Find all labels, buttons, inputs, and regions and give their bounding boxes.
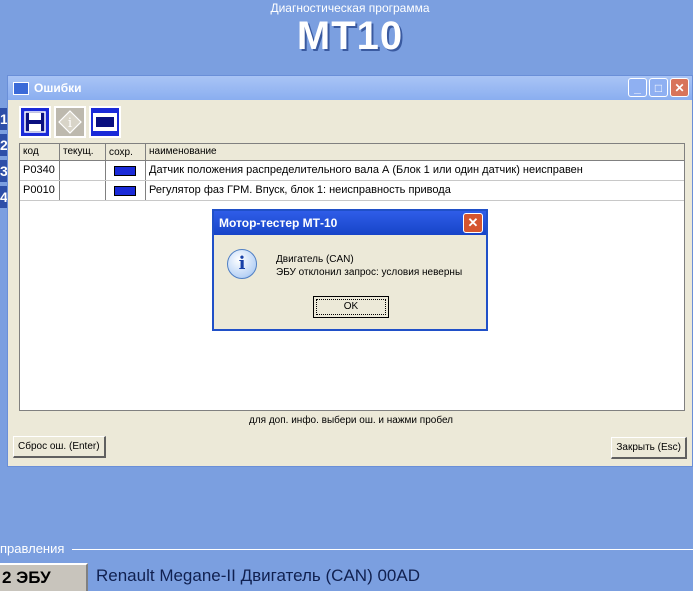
dialog-title: Мотор-тестер МТ-10 [219,216,338,230]
save-icon[interactable] [19,106,51,138]
dialog-close-button[interactable]: ✕ [463,213,483,233]
errors-window-title: Ошибки [34,81,82,95]
table-row[interactable]: P0010 Регулятор фаз ГРМ. Впуск, блок 1: … [20,181,684,201]
section-divider [72,549,693,550]
column-header[interactable]: наименование [146,144,684,160]
saved-flag [114,185,136,196]
maximize-button[interactable]: □ [649,78,668,97]
info-icon[interactable]: i [54,106,86,138]
column-header[interactable]: сохр. [106,144,146,160]
app-subtitle: Диагностическая программа [270,1,430,15]
vehicle-label: Renault Megane-II Двигатель (CAN) 00AD [96,566,420,585]
table-row[interactable]: P0340 Датчик положения распределительног… [20,161,684,181]
error-current [60,181,106,200]
table-header: код текущ. сохр. наименование [20,144,684,161]
app-title: МТ10 [296,14,404,58]
info-icon: i [227,249,257,279]
hint-text: для доп. инфо. выбери ош. и нажми пробел [248,415,454,426]
section-label: правления [0,541,65,556]
error-code: P0010 [20,181,60,200]
dialog-line-1: Двигатель (CAN) [276,254,354,265]
film-icon[interactable] [89,106,121,138]
error-name: Регулятор фаз ГРМ. Впуск, блок 1: неиспр… [149,184,451,196]
saved-flag [114,165,136,176]
message-dialog: Мотор-тестер МТ-10 ✕ i Двигатель (CAN) Э… [212,209,488,331]
error-code: P0340 [20,161,60,180]
dialog-titlebar[interactable]: Мотор-тестер МТ-10 [214,211,486,235]
column-header[interactable]: текущ. [60,144,106,160]
column-header[interactable]: код [20,144,60,160]
reset-errors-button[interactable]: Сброс ош. (Enter) [13,436,106,458]
window-close-button[interactable]: ✕ [670,78,689,97]
ecu-button[interactable]: 2 ЭБУ [0,563,88,591]
close-button[interactable]: Закрыть (Esc) [611,437,687,459]
ok-button[interactable]: OK [313,296,389,318]
errors-toolbar: i [19,106,121,138]
error-current [60,161,106,180]
window-icon [13,81,29,95]
svg-text:i: i [68,116,72,131]
dialog-line-2: ЭБУ отклонил запрос: условия неверны [276,267,463,278]
dialog-message: Двигатель (CAN) ЭБУ отклонил запрос: усл… [276,253,462,279]
error-name: Датчик положения распределительного вала… [149,164,583,176]
errors-window-titlebar[interactable]: Ошибки [8,76,692,100]
minimize-button[interactable]: _ [628,78,647,97]
